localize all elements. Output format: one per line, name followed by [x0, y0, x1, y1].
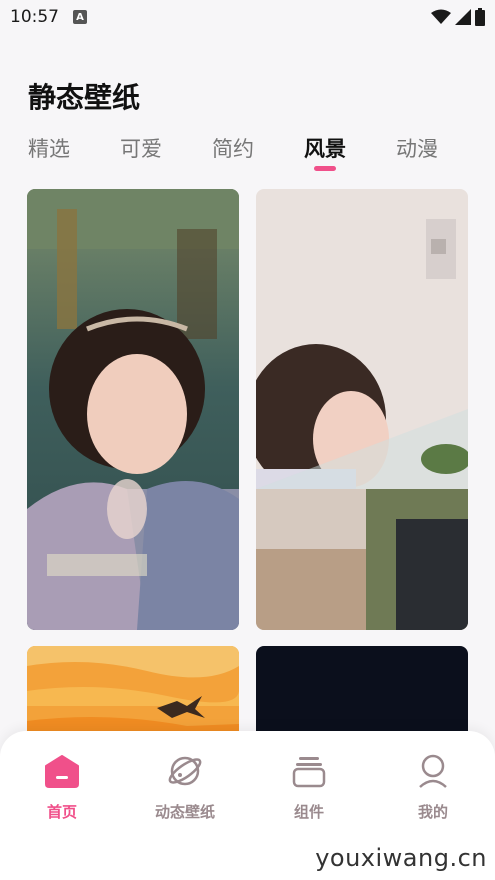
status-time: 10:57 [10, 7, 59, 27]
nav-home[interactable]: 首页 [7, 751, 117, 822]
widget-icon [254, 751, 364, 791]
nav-profile-label: 我的 [417, 803, 448, 821]
wifi-icon [431, 9, 451, 24]
tab-simple[interactable]: 简约 [212, 133, 254, 163]
nav-profile[interactable]: 我的 [378, 751, 488, 822]
wallpaper-card[interactable] [27, 189, 239, 630]
home-icon [7, 751, 117, 791]
planet-icon [130, 751, 240, 791]
profile-icon [378, 751, 488, 791]
nav-live-wallpaper[interactable]: 动态壁纸 [130, 751, 240, 822]
tab-anime[interactable]: 动漫 [396, 133, 438, 163]
nav-home-label: 首页 [46, 803, 77, 821]
tab-featured[interactable]: 精选 [28, 133, 70, 163]
status-bar: 10:57 A [0, 0, 495, 34]
watermark: youxiwang.cn [315, 844, 487, 872]
notification-icon: A [73, 10, 87, 24]
wallpaper-card[interactable] [256, 189, 468, 630]
wallpaper-image [256, 189, 468, 630]
nav-live-wallpaper-label: 动态壁纸 [154, 803, 215, 821]
tab-scenery[interactable]: 风景 [304, 133, 346, 163]
tab-cute[interactable]: 可爱 [120, 133, 162, 163]
page-title: 静态壁纸 [28, 81, 141, 114]
nav-widgets-label: 组件 [293, 803, 324, 821]
active-tab-indicator [314, 166, 336, 171]
signal-icon [455, 9, 471, 25]
nav-widgets[interactable]: 组件 [254, 751, 364, 822]
wallpaper-image [27, 189, 239, 630]
battery-icon [475, 8, 485, 26]
category-tabs: 精选 可爱 简约 风景 动漫 [0, 133, 495, 173]
